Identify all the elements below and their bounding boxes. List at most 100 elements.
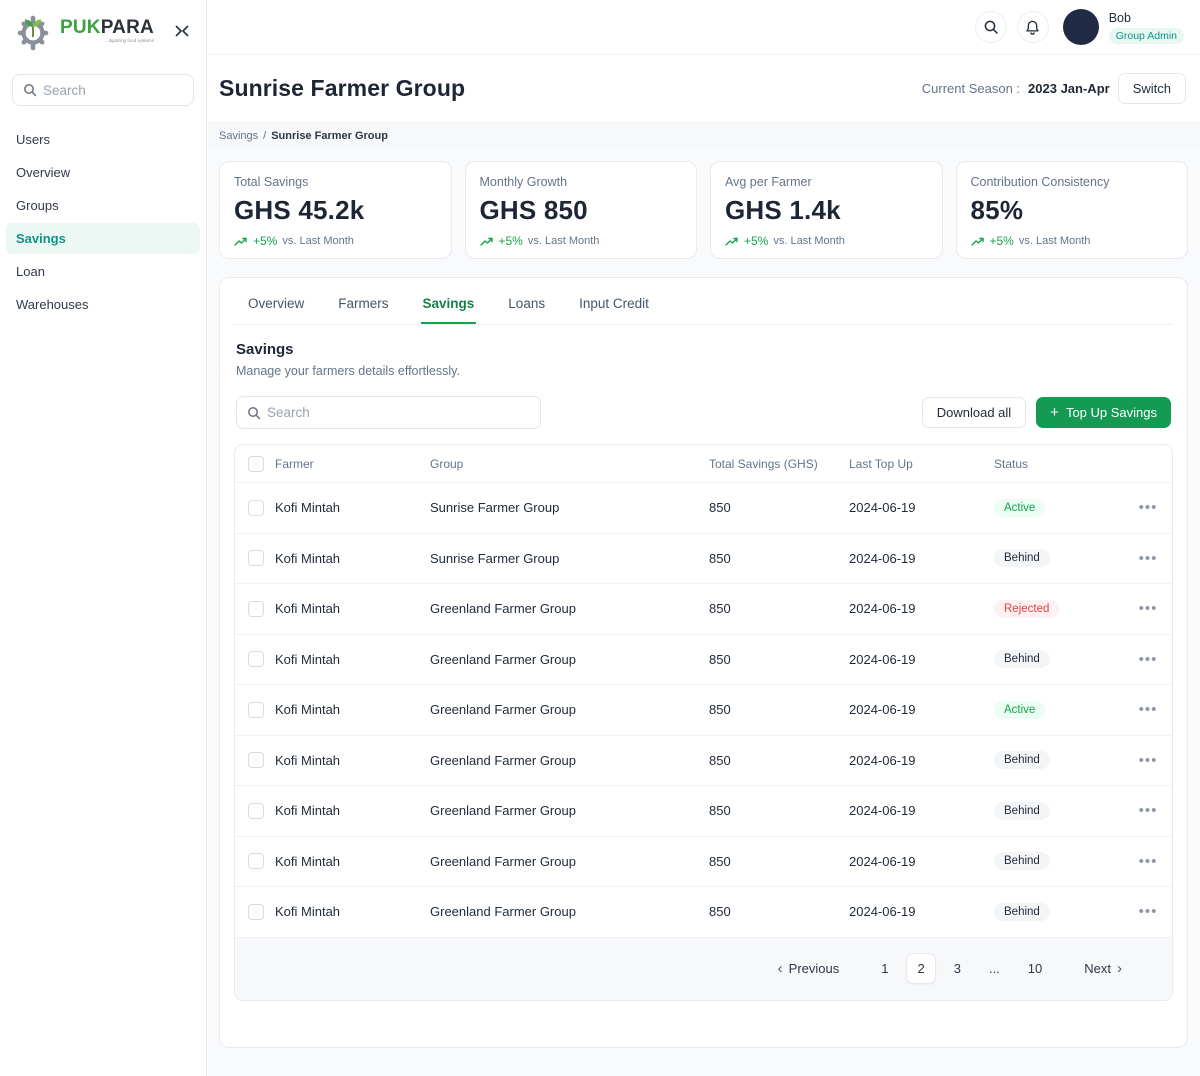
- table-header-row: Farmer Group Total Savings (GHS) Last To…: [235, 445, 1172, 482]
- row-checkbox[interactable]: [248, 904, 264, 920]
- pagination-page-button[interactable]: 2: [906, 953, 935, 984]
- row-actions-button[interactable]: •••: [1124, 499, 1172, 516]
- content: Total Savings GHS 45.2k +5% vs. Last Mon…: [207, 149, 1200, 1076]
- row-checkbox[interactable]: [248, 752, 264, 768]
- cell-total: 850: [709, 854, 849, 869]
- stat-value: GHS 1.4k: [725, 195, 928, 226]
- status-badge: Behind: [994, 903, 1050, 921]
- cell-total: 850: [709, 904, 849, 919]
- cell-total: 850: [709, 803, 849, 818]
- row-actions-button[interactable]: •••: [1124, 752, 1172, 769]
- status-badge: Behind: [994, 549, 1050, 567]
- sidebar-nav-item[interactable]: Users: [6, 124, 200, 155]
- sidebar-nav-item[interactable]: Savings: [6, 223, 200, 254]
- row-checkbox[interactable]: [248, 702, 264, 718]
- status-badge: Behind: [994, 852, 1050, 870]
- chevron-right-icon: ›: [1117, 961, 1122, 976]
- row-actions-button[interactable]: •••: [1124, 903, 1172, 920]
- row-actions-button[interactable]: •••: [1124, 600, 1172, 617]
- top-up-savings-button[interactable]: + Top Up Savings: [1036, 397, 1171, 428]
- row-checkbox[interactable]: [248, 853, 264, 869]
- row-checkbox[interactable]: [248, 803, 264, 819]
- trending-up-icon: [971, 236, 985, 247]
- search-button[interactable]: [975, 11, 1007, 43]
- stat-card: Contribution Consistency 85% +5% vs. Las…: [956, 161, 1189, 259]
- tab[interactable]: Savings: [421, 282, 477, 324]
- table-row: Kofi Mintah Greenland Farmer Group 850 2…: [235, 684, 1172, 735]
- stat-card: Avg per Farmer GHS 1.4k +5% vs. Last Mon…: [710, 161, 943, 259]
- row-checkbox[interactable]: [248, 550, 264, 566]
- search-icon: [23, 83, 37, 97]
- pagination-page-button[interactable]: 1: [871, 954, 898, 983]
- row-actions-button[interactable]: •••: [1124, 651, 1172, 668]
- bell-icon: [1024, 19, 1041, 36]
- season-value: 2023 Jan-Apr: [1028, 81, 1110, 96]
- sidebar-search[interactable]: [12, 74, 194, 106]
- stat-card: Total Savings GHS 45.2k +5% vs. Last Mon…: [219, 161, 452, 259]
- trending-up-icon: [725, 236, 739, 247]
- pagination-previous-button[interactable]: ‹ Previous: [770, 954, 848, 983]
- breadcrumb-separator: /: [263, 130, 266, 142]
- search-icon: [983, 19, 999, 35]
- tab[interactable]: Input Credit: [577, 282, 651, 324]
- pagination-page-button[interactable]: 3: [944, 954, 971, 983]
- stat-value: GHS 850: [480, 195, 683, 226]
- row-checkbox[interactable]: [248, 651, 264, 667]
- status-badge: Behind: [994, 751, 1050, 769]
- row-checkbox[interactable]: [248, 601, 264, 617]
- cell-group: Sunrise Farmer Group: [430, 551, 709, 566]
- tab[interactable]: Loans: [506, 282, 547, 324]
- brand-tagline: ..digitizing food systems: [60, 39, 154, 44]
- cell-last-top-up: 2024-06-19: [849, 551, 994, 566]
- table-body: Kofi Mintah Sunrise Farmer Group 850 202…: [235, 482, 1172, 937]
- cell-total: 850: [709, 551, 849, 566]
- stat-delta: +5%: [990, 234, 1014, 248]
- cell-group: Greenland Farmer Group: [430, 601, 709, 616]
- breadcrumb-parent[interactable]: Savings: [219, 130, 258, 142]
- stat-label: Total Savings: [234, 175, 437, 189]
- pagination-next-button[interactable]: Next ›: [1076, 954, 1130, 983]
- col-status: Status: [994, 457, 1124, 471]
- row-actions-button[interactable]: •••: [1124, 550, 1172, 567]
- row-actions-button[interactable]: •••: [1124, 853, 1172, 870]
- cell-total: 850: [709, 652, 849, 667]
- sidebar-nav-item[interactable]: Overview: [6, 157, 200, 188]
- tab[interactable]: Farmers: [336, 282, 390, 324]
- page-title: Sunrise Farmer Group: [219, 75, 465, 102]
- sidebar-nav-item[interactable]: Groups: [6, 190, 200, 221]
- table-search[interactable]: [236, 396, 541, 429]
- user-role-badge: Group Admin: [1109, 28, 1184, 44]
- sidebar-collapse-icon[interactable]: [170, 19, 194, 43]
- page-header: Sunrise Farmer Group Current Season : 20…: [207, 55, 1200, 122]
- table-search-input[interactable]: [267, 405, 530, 420]
- download-all-button[interactable]: Download all: [922, 397, 1026, 428]
- table-row: Kofi Mintah Greenland Farmer Group 850 2…: [235, 785, 1172, 836]
- app-root: PUKPARA ..digitizing food systems Users: [0, 0, 1200, 1076]
- season-selector: Current Season : 2023 Jan-Apr Switch: [922, 73, 1186, 104]
- topbar: Bob Group Admin: [207, 0, 1200, 55]
- pagination-page-button[interactable]: 10: [1018, 954, 1052, 983]
- table-row: Kofi Mintah Greenland Farmer Group 850 2…: [235, 583, 1172, 634]
- notifications-button[interactable]: [1017, 11, 1049, 43]
- user-name: Bob: [1109, 11, 1131, 25]
- sidebar-nav-item[interactable]: Warehouses: [6, 289, 200, 320]
- sidebar-nav-item[interactable]: Loan: [6, 256, 200, 287]
- row-checkbox[interactable]: [248, 500, 264, 516]
- col-total: Total Savings (GHS): [709, 457, 849, 471]
- pagination-page-button[interactable]: ...: [979, 954, 1010, 983]
- sidebar-search-input[interactable]: [43, 83, 183, 98]
- tab[interactable]: Overview: [246, 282, 306, 324]
- select-all-checkbox[interactable]: [248, 456, 264, 472]
- user-avatar[interactable]: [1063, 9, 1099, 45]
- season-label: Current Season :: [922, 81, 1020, 96]
- stat-delta-note: vs. Last Month: [282, 235, 354, 247]
- row-actions-button[interactable]: •••: [1124, 701, 1172, 718]
- row-actions-button[interactable]: •••: [1124, 802, 1172, 819]
- season-switch-button[interactable]: Switch: [1118, 73, 1186, 104]
- table-row: Kofi Mintah Sunrise Farmer Group 850 202…: [235, 482, 1172, 533]
- cell-farmer: Kofi Mintah: [275, 753, 430, 768]
- section-title: Savings: [236, 341, 1171, 358]
- col-last-top-up: Last Top Up: [849, 457, 994, 471]
- stat-delta-note: vs. Last Month: [773, 235, 845, 247]
- cell-group: Greenland Farmer Group: [430, 803, 709, 818]
